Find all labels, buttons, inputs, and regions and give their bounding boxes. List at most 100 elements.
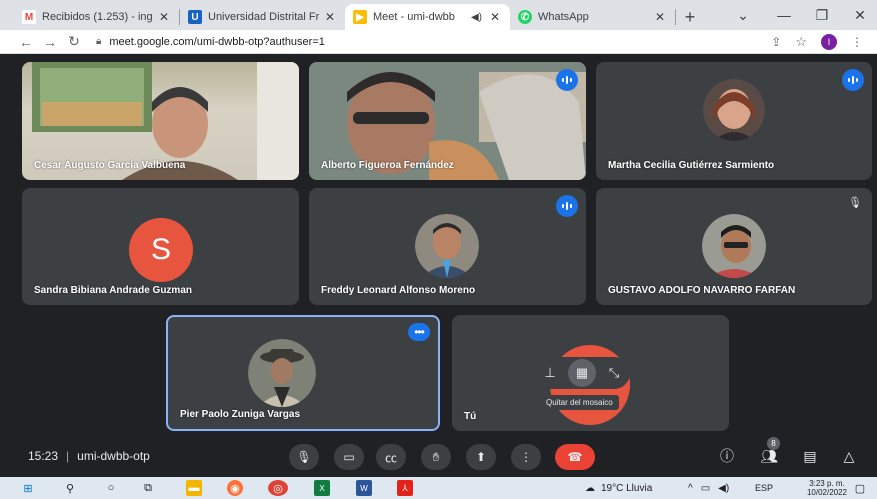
excel-icon[interactable]: X [314,480,330,496]
close-icon[interactable]: ✕ [157,10,171,24]
participant-name: GUSTAVO ADOLFO NAVARRO FARFAN [608,285,796,296]
meet-icon: ▶ [353,10,367,24]
file-explorer-icon[interactable]: ▬ [186,480,202,496]
back-button[interactable]: ← [14,30,38,54]
participant-tile[interactable]: Martha Cecilia Gutiérrez Sarmiento [596,62,872,180]
cloud-rain-icon: ☁︎ [585,482,595,494]
tray-icons: ^ ▭ ◀) [688,477,729,499]
participant-tile[interactable]: Alberto Figueroa Fernández [309,62,586,180]
gmail-icon: M [22,10,36,24]
meeting-code: umi-dwbb-otp [77,449,150,463]
reload-button[interactable]: ↻ [62,30,86,54]
tab-meet[interactable]: ▶ Meet - umi-dwbb ◀) ✕ [345,4,510,30]
activities-icon[interactable]: △ [838,445,860,467]
task-view-icon[interactable]: ⧉ [140,480,156,496]
participant-tile[interactable]: Freddy Leonard Alfonso Moreno [309,188,586,305]
avatar [703,79,765,141]
minimize-button[interactable]: — [766,0,802,30]
weather-text: 19°C Lluvia [601,482,653,494]
remove-from-mosaic-button[interactable]: ▦ [568,359,596,387]
weather-widget[interactable]: ☁︎ 19°C Lluvia [585,477,652,499]
windows-start-icon[interactable]: ⊞ [20,480,36,496]
avatar: S [129,218,193,282]
participant-name: Cesar Augusto Garcia Valbuena [34,160,186,171]
participant-name: Sandra Bibiana Andrade Guzman [34,285,192,296]
cortana-icon[interactable]: ○ [103,480,119,496]
present-screen-button[interactable]: ⬆ [466,444,496,470]
participant-name: Tú [464,411,477,422]
speaking-indicator-icon [556,195,578,217]
tab-title: WhatsApp [538,11,589,23]
address-bar-row: ← → ↻ 🔒︎ meet.google.com/umi-dwbb-otp?au… [0,30,877,54]
word-icon[interactable]: W [356,480,372,496]
close-icon[interactable]: ✕ [653,10,667,24]
participant-tile[interactable]: 🎙︎ GUSTAVO ADOLFO NAVARRO FARFAN [596,188,872,305]
meeting-details-icon[interactable]: ⓘ [716,445,738,467]
volume-icon[interactable]: ◀) [718,483,729,494]
close-icon[interactable]: ✕ [323,10,337,24]
minimize-tile-icon[interactable]: ⤡ [600,359,628,387]
avatar [702,214,766,278]
network-icon[interactable]: ▭ [701,483,710,494]
window-close-button[interactable]: ✕ [842,0,877,30]
tile-actions-bar: ⊥ ▦ ⤡ [534,357,630,389]
chevron-down-icon[interactable]: ⌄ [725,0,761,30]
self-tile[interactable]: ⊥ ▦ ⤡ Quitar del mosaico Tú [452,315,729,431]
speaker-icon[interactable]: ◀) [471,12,482,23]
participant-name: Martha Cecilia Gutiérrez Sarmiento [608,160,775,171]
camera-button[interactable]: ▭ [334,444,364,470]
tooltip: Quitar del mosaico [540,395,619,410]
tab-universidad[interactable]: U Universidad Distrital Fr ✕ [180,4,345,30]
raise-hand-button[interactable]: ✋︎ [421,444,451,470]
participant-tile[interactable]: Cesar Augusto Garcia Valbuena [22,62,299,180]
url-field[interactable]: 🔒︎ meet.google.com/umi-dwbb-otp?authuser… [96,36,771,48]
acrobat-icon[interactable]: ⅄ [397,480,413,496]
meeting-time: 15:23 [28,449,59,463]
avatar [415,214,479,278]
people-icon: 👥︎ [760,447,778,464]
menu-dots-icon[interactable]: ⋮ [851,35,863,49]
end-call-button[interactable]: ☎︎ [555,444,595,470]
chevron-up-icon[interactable]: ^ [688,483,693,494]
clock-date: 10/02/2022 [806,488,847,497]
pin-icon[interactable]: ⊥ [536,359,564,387]
tab-gmail[interactable]: M Recibidos (1.253) - ing ✕ [14,4,179,30]
firefox-icon[interactable]: ◉ [227,480,243,496]
chrome-icon[interactable]: ◎ [268,480,288,496]
captions-button[interactable]: ㏄ [376,444,406,470]
search-icon[interactable]: ⚲ [62,480,78,496]
participant-name: Alberto Figueroa Fernández [321,160,454,171]
close-icon[interactable]: ✕ [488,10,502,24]
tab-title: Universidad Distrital Fr [208,11,320,23]
lock-icon: 🔒︎ [96,36,102,47]
more-options-button[interactable]: ••• [408,323,430,341]
profile-avatar[interactable]: I [821,33,837,50]
tab-title: Meet - umi-dwbb [373,11,455,23]
participant-tile[interactable]: S Sandra Bibiana Andrade Guzman [22,188,299,305]
share-icon[interactable]: ⇪ [771,35,781,49]
university-icon: U [188,10,202,24]
more-options-button[interactable]: ⋮ [511,444,541,470]
participant-name: Freddy Leonard Alfonso Moreno [321,285,476,296]
language-indicator[interactable]: ESP [755,477,773,499]
people-button[interactable]: 👥︎ 8 [758,437,780,467]
notifications-icon[interactable]: ▢ [852,480,868,496]
windows-taskbar: ⊞ ⚲ ○ ⧉ ▬ ◉ ◎ X W ⅄ ☁︎ 19°C Lluvia ^ ▭ ◀… [0,477,877,499]
system-clock[interactable]: 3:23 p. m. 10/02/2022 [807,479,847,497]
participant-tile[interactable]: ••• Pier Paolo Zuniga Vargas [166,315,440,431]
meeting-info: 15:23 | umi-dwbb-otp [28,449,150,463]
avatar [248,339,316,407]
tab-whatsapp[interactable]: ✆ WhatsApp ✕ [510,4,675,30]
microphone-button[interactable]: 🎙︎ [289,444,319,470]
new-tab-button[interactable]: + [676,4,704,30]
restore-button[interactable]: ❐ [804,0,840,30]
people-count-badge: 8 [767,437,780,450]
chat-icon[interactable]: ▤ [799,445,821,467]
meet-stage: Cesar Augusto Garcia Valbuena Alberto Fi… [0,54,877,477]
url-text: meet.google.com/umi-dwbb-otp?authuser=1 [109,35,325,48]
bookmark-star-icon[interactable]: ☆ [795,34,807,50]
forward-button[interactable]: → [38,30,62,54]
participant-name: Pier Paolo Zuniga Vargas [180,409,301,420]
speaking-indicator-icon [842,69,864,91]
speaking-indicator-icon [556,69,578,91]
